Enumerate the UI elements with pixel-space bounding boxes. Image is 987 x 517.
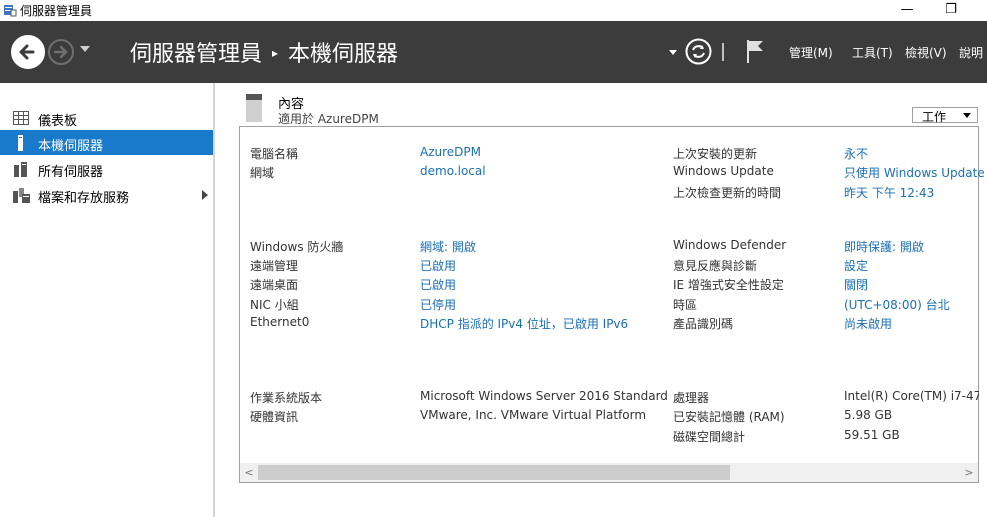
server-manager-app-icon — [4, 5, 17, 17]
breadcrumb: 伺服器管理員 ▸ 本機伺服器 — [130, 36, 398, 68]
notifications-flag-icon[interactable] — [745, 38, 765, 64]
prop-value-feedback[interactable]: 設定 — [844, 257, 868, 274]
sidebar-item-label: 檔案和存放服務 — [38, 191, 130, 206]
scroll-right-icon[interactable]: > — [962, 464, 976, 481]
tasks-label: 工作 — [922, 110, 947, 124]
nav-history-dropdown-icon[interactable] — [80, 46, 90, 52]
prop-value-defender[interactable]: 即時保護: 開啟 — [844, 238, 924, 255]
prop-value-last-updates[interactable]: 永不 — [844, 145, 868, 162]
prop-value-windows-update[interactable]: 只使用 Windows Update — [844, 164, 985, 181]
prop-value-remote-mgmt[interactable]: 已啟用 — [420, 257, 456, 274]
prop-value-last-check[interactable]: 昨天 下午 12:43 — [844, 184, 934, 201]
sidebar-item-label: 所有伺服器 — [38, 165, 104, 180]
prop-key-ie-esc: IE 增強式安全性設定 — [673, 278, 784, 292]
prop-key-ram: 已安裝記憶體 (RAM) — [673, 410, 785, 424]
prop-value-ethernet[interactable]: DHCP 指派的 IPv4 位址，已啟用 IPv6 — [420, 315, 628, 332]
prop-key-last-check: 上次檢查更新的時間 — [673, 186, 782, 200]
prop-key-defender: Windows Defender — [673, 238, 787, 252]
prop-value-disk: 59.51 GB — [844, 428, 900, 442]
prop-key-remote-mgmt: 遠端管理 — [250, 259, 299, 273]
dashboard-icon — [13, 111, 29, 125]
prop-value-ie-esc[interactable]: 關閉 — [844, 276, 868, 293]
prop-key-disk: 磁碟空間總計 — [673, 430, 746, 444]
refresh-icon[interactable] — [685, 38, 712, 65]
breadcrumb-dropdown-icon[interactable] — [669, 50, 677, 55]
menu-view[interactable]: 檢視(V) — [905, 44, 947, 61]
chevron-down-icon — [963, 113, 971, 118]
prop-key-ethernet: Ethernet0 — [250, 315, 310, 329]
restore-button[interactable]: ❐ — [931, 0, 971, 21]
prop-value-domain[interactable]: demo.local — [420, 164, 486, 178]
prop-key-processor: 處理器 — [673, 391, 710, 405]
prop-value-ram: 5.98 GB — [844, 408, 893, 422]
breadcrumb-current: 本機伺服器 — [288, 42, 399, 67]
prop-key-feedback: 意見反應與診斷 — [673, 259, 758, 273]
prop-key-nic-teaming: NIC 小組 — [250, 298, 299, 312]
sidebar-item-all-servers[interactable]: 所有伺服器 — [0, 156, 213, 181]
window-title: 伺服器管理員 — [20, 4, 93, 18]
scrollbar-thumb[interactable] — [258, 465, 730, 480]
file-storage-icon — [13, 188, 30, 203]
expand-arrow-icon[interactable] — [202, 190, 208, 200]
local-server-icon — [18, 135, 23, 151]
properties-subtitle: 適用於 AzureDPM — [278, 112, 379, 126]
minimize-button[interactable]: — — [887, 0, 927, 21]
prop-key-os-version: 作業系統版本 — [250, 391, 323, 405]
sidebar-item-local-server[interactable]: 本機伺服器 — [0, 130, 213, 155]
prop-value-hardware: VMware, Inc. VMware Virtual Platform — [420, 408, 647, 422]
sidebar-item-label: 儀表板 — [38, 114, 78, 129]
all-servers-icon — [14, 162, 27, 177]
breadcrumb-separator-icon: ▸ — [272, 46, 279, 60]
properties-section-icon — [246, 94, 262, 122]
prop-value-timezone[interactable]: (UTC+08:00) 台北 — [844, 296, 950, 313]
prop-key-timezone: 時區 — [673, 298, 698, 312]
menu-manage[interactable]: 管理(M) — [789, 44, 833, 61]
breadcrumb-root[interactable]: 伺服器管理員 — [130, 42, 262, 67]
prop-key-remote-desktop: 遠端桌面 — [250, 278, 299, 292]
prop-key-windows-update: Windows Update — [673, 164, 774, 178]
prop-value-computer-name[interactable]: AzureDPM — [420, 145, 481, 159]
prop-key-hardware: 硬體資訊 — [250, 410, 299, 424]
sidebar: 儀表板 本機伺服器 所有伺服器 檔案和存放服務 — [0, 83, 213, 517]
header-divider — [722, 43, 724, 61]
header-bar: 伺服器管理員 ▸ 本機伺服器 管理(M) 工具(T) 檢視(V) 說明 — [0, 21, 987, 83]
arrow-right-icon — [53, 45, 68, 59]
prop-value-product-id[interactable]: 尚未啟用 — [844, 315, 892, 332]
prop-value-firewall[interactable]: 網域: 開啟 — [420, 238, 476, 255]
sidebar-item-file-storage[interactable]: 檔案和存放服務 — [0, 182, 213, 207]
sidebar-item-dashboard[interactable]: 儀表板 — [0, 105, 213, 130]
prop-key-computer-name: 電腦名稱 — [250, 147, 299, 161]
scroll-left-icon[interactable]: < — [242, 464, 256, 481]
prop-value-nic-teaming[interactable]: 已停用 — [420, 296, 456, 313]
sidebar-item-label: 本機伺服器 — [38, 139, 104, 154]
prop-key-domain: 網域 — [250, 166, 275, 180]
arrow-left-icon — [19, 44, 35, 60]
prop-key-firewall: Windows 防火牆 — [250, 240, 344, 254]
back-button[interactable] — [11, 35, 45, 69]
menu-help[interactable]: 說明 — [959, 44, 983, 61]
prop-value-remote-desktop[interactable]: 已啟用 — [420, 276, 456, 293]
tasks-dropdown-button[interactable]: 工作 — [912, 107, 978, 124]
prop-key-product-id: 產品識別碼 — [673, 317, 734, 331]
title-bar: 伺服器管理員 — ❐ — [0, 0, 987, 21]
prop-key-last-updates: 上次安裝的更新 — [673, 147, 758, 161]
prop-value-os-version: Microsoft Windows Server 2016 Standard — [420, 389, 668, 403]
forward-button[interactable] — [48, 39, 74, 65]
menu-tools[interactable]: 工具(T) — [852, 44, 893, 61]
prop-value-processor: Intel(R) Core(TM) i7-479 — [844, 389, 979, 403]
